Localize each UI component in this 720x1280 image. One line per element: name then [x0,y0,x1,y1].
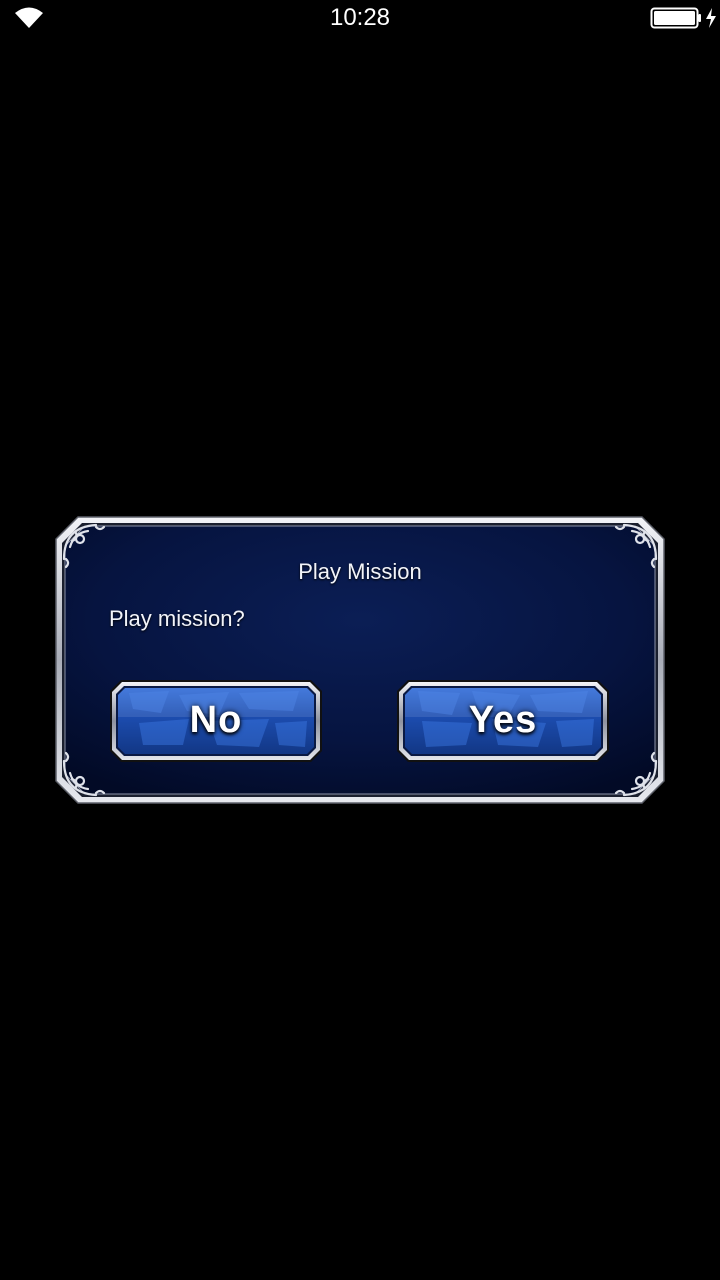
no-button-label: No [189,699,243,741]
dialog-title: Play Mission [298,559,422,584]
no-button[interactable]: No [109,679,323,763]
yes-button-label: Yes [468,699,538,741]
corner-ornament-icon [62,751,106,797]
corner-ornament-icon [614,751,658,797]
play-mission-dialog: Play Mission Play mission? No Yes [54,515,666,805]
yes-button[interactable]: Yes [396,679,610,763]
status-time: 10:28 [329,4,391,31]
status-bar: 10:28 [0,0,720,36]
dialog-message: Play mission? [109,606,245,631]
charging-bolt-icon [706,8,716,28]
battery-icon [650,7,701,29]
